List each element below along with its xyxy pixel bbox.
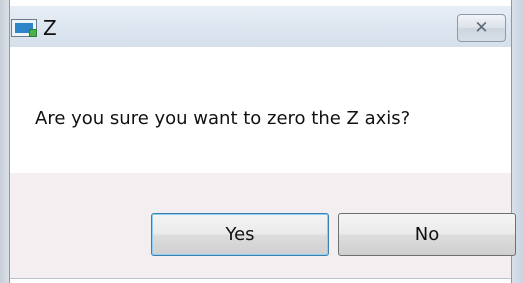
- button-bar: Yes No: [10, 173, 516, 279]
- title-bar[interactable]: Z ✕: [10, 6, 511, 47]
- close-icon: ✕: [474, 18, 489, 38]
- app-window-icon: [11, 19, 37, 37]
- window-title: Z: [43, 16, 57, 40]
- close-button[interactable]: ✕: [457, 14, 506, 42]
- dialog-content: Are you sure you want to zero the Z axis…: [10, 47, 511, 173]
- app-icon-badge: [29, 29, 37, 37]
- dialog-window: Z ✕ Are you sure you want to zero the Z …: [0, 0, 524, 283]
- confirmation-message: Are you sure you want to zero the Z axis…: [35, 108, 411, 129]
- no-button[interactable]: No: [338, 213, 516, 256]
- window-left-border: [0, 0, 10, 283]
- yes-button[interactable]: Yes: [151, 213, 329, 256]
